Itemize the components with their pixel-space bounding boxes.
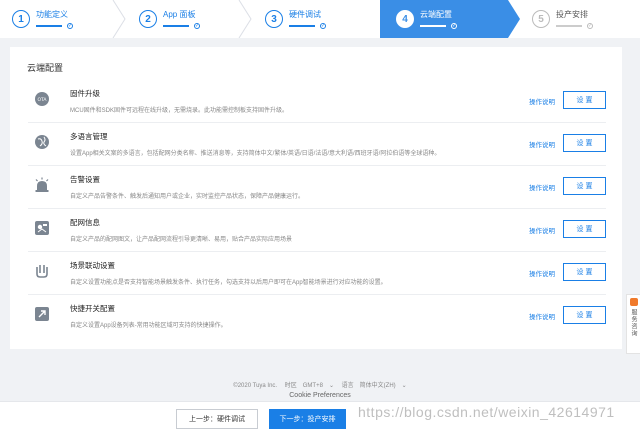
- ota-icon: OTA: [35, 92, 49, 106]
- shortcut-icon: [35, 307, 49, 321]
- watermark-text: https://blog.csdn.net/weixin_42614971: [358, 404, 615, 420]
- step-label: 投产安排: [556, 10, 588, 19]
- chat-icon: [629, 298, 638, 306]
- instructions-link[interactable]: 操作说明: [529, 225, 555, 235]
- step-label: App 面板: [163, 10, 196, 19]
- step-hardware-debug[interactable]: 3 硬件调试 ✓: [253, 0, 380, 38]
- list-item: 配网信息 自定义产品的配网图文，让产品配网流程引导更清晰、易用，贴合产品实际应用…: [28, 209, 606, 252]
- progress-stepper: 1 功能定义 ✓ 2 App 面板 ✓ 3 硬件调试 ✓ 4 云端配置 ✓ 5 …: [0, 0, 640, 38]
- row-description: MCU固件和SDK固件可远程在线升级，无需烧录。此功能需控制板支持固件升级。: [70, 108, 289, 114]
- timezone-label: 时区: [284, 383, 297, 389]
- alarm-icon: [35, 177, 49, 192]
- check-icon: ✓: [451, 23, 457, 29]
- check-icon: ✓: [587, 23, 593, 29]
- next-step-button[interactable]: 下一步：投产安排: [269, 409, 346, 429]
- step-label: 云端配置: [420, 10, 452, 19]
- scene-icon: [36, 265, 48, 278]
- row-title: 多语言管理: [70, 132, 108, 141]
- step-label: 功能定义: [36, 10, 68, 19]
- row-description: 设置App相关文案的多语言，包括配网分类名称、推送消息等，支持简体中文/繁体/英…: [70, 151, 441, 157]
- step-progress-bar: [163, 25, 189, 27]
- settings-button[interactable]: 设 置: [563, 306, 606, 324]
- instructions-link[interactable]: 操作说明: [529, 96, 555, 106]
- list-item: 场景联动设置 自定义设置功能点是否支持智能场景触发条件、执行任务，勾选支持以后用…: [28, 252, 606, 295]
- step-number: 4: [396, 10, 414, 28]
- step-number: 3: [265, 10, 283, 28]
- step-cloud-config[interactable]: 4 云端配置 ✓: [380, 0, 520, 38]
- row-description: 自定义设置功能点是否支持智能场景触发条件、执行任务，勾选支持以后用户即可在App…: [70, 280, 387, 286]
- chevron-right-icon: [112, 0, 126, 38]
- list-item: 告警设置 自定义产品告警条件、触发后通知用户或企业，实时监控产品状态，保障产品健…: [28, 166, 606, 209]
- settings-button[interactable]: 设 置: [563, 263, 606, 281]
- row-title: 场景联动设置: [70, 261, 115, 270]
- previous-step-button[interactable]: 上一步：硬件调试: [176, 409, 258, 429]
- cloud-config-card: 云端配置 OTA 固件升级 MCU固件和SDK固件可远程在线升级，无需烧录。此功…: [10, 47, 622, 349]
- row-title: 告警设置: [70, 175, 100, 184]
- language-label: 语言: [341, 383, 354, 389]
- language-select[interactable]: 简体中文(ZH): [360, 383, 396, 389]
- side-tab-label: 服务咨询: [630, 309, 636, 337]
- row-description: 自定义产品的配网图文，让产品配网流程引导更清晰、易用，贴合产品实际应用场景: [70, 237, 293, 243]
- list-item: 快捷开关配置 自定义设置App设备列表-常用功能区域可支持的快捷操作。 操作说明…: [28, 295, 606, 338]
- card-title: 云端配置: [27, 63, 64, 73]
- instructions-link[interactable]: 操作说明: [529, 182, 555, 192]
- instructions-link[interactable]: 操作说明: [529, 311, 555, 321]
- check-icon: ✓: [194, 23, 200, 29]
- step-number: 2: [139, 10, 157, 28]
- footer-info: ©2020 Tuya Inc. 时区 GMT+8 ⌄ 语言 简体中文(ZH) ⌄: [0, 380, 640, 389]
- cookie-preferences-link[interactable]: Cookie Preferences: [0, 392, 640, 399]
- globe-icon: [35, 135, 49, 149]
- svg-text:OTA: OTA: [37, 97, 47, 103]
- settings-button[interactable]: 设 置: [563, 220, 606, 238]
- step-progress-bar: [420, 25, 446, 27]
- chevron-down-icon: ⌄: [328, 383, 334, 389]
- step-progress-bar: [289, 25, 315, 27]
- chevron-down-icon: ⌄: [401, 383, 407, 389]
- step-function-definition[interactable]: 1 功能定义 ✓: [0, 0, 127, 38]
- row-title: 快捷开关配置: [70, 304, 115, 313]
- network-icon: [35, 221, 49, 235]
- step-number: 1: [12, 10, 30, 28]
- service-consult-tab[interactable]: 服务咨询: [626, 294, 640, 354]
- settings-button[interactable]: 设 置: [563, 91, 606, 109]
- chevron-right-icon: [238, 0, 252, 38]
- row-description: 自定义设置App设备列表-常用功能区域可支持的快捷操作。: [70, 323, 227, 329]
- timezone-select[interactable]: GMT+8: [303, 383, 323, 389]
- settings-button[interactable]: 设 置: [563, 177, 606, 195]
- step-production[interactable]: 5 投产安排 ✓: [508, 0, 640, 38]
- row-title: 固件升级: [70, 89, 100, 98]
- step-label: 硬件调试: [289, 10, 321, 19]
- step-progress-bar: [36, 25, 62, 27]
- list-item: OTA 固件升级 MCU固件和SDK固件可远程在线升级，无需烧录。此功能需控制板…: [28, 80, 606, 123]
- step-number: 5: [532, 10, 550, 28]
- row-description: 自定义产品告警条件、触发后通知用户或企业，实时监控产品状态，保障产品健康运行。: [70, 194, 305, 200]
- list-item: 多语言管理 设置App相关文案的多语言，包括配网分类名称、推送消息等，支持简体中…: [28, 123, 606, 166]
- instructions-link[interactable]: 操作说明: [529, 139, 555, 149]
- settings-button[interactable]: 设 置: [563, 134, 606, 152]
- step-progress-bar: [556, 25, 582, 27]
- row-title: 配网信息: [70, 218, 100, 227]
- check-icon: ✓: [320, 23, 326, 29]
- copyright: ©2020 Tuya Inc.: [233, 383, 278, 389]
- check-icon: ✓: [67, 23, 73, 29]
- instructions-link[interactable]: 操作说明: [529, 268, 555, 278]
- config-list: OTA 固件升级 MCU固件和SDK固件可远程在线升级，无需烧录。此功能需控制板…: [28, 80, 606, 338]
- step-app-panel[interactable]: 2 App 面板 ✓: [127, 0, 253, 38]
